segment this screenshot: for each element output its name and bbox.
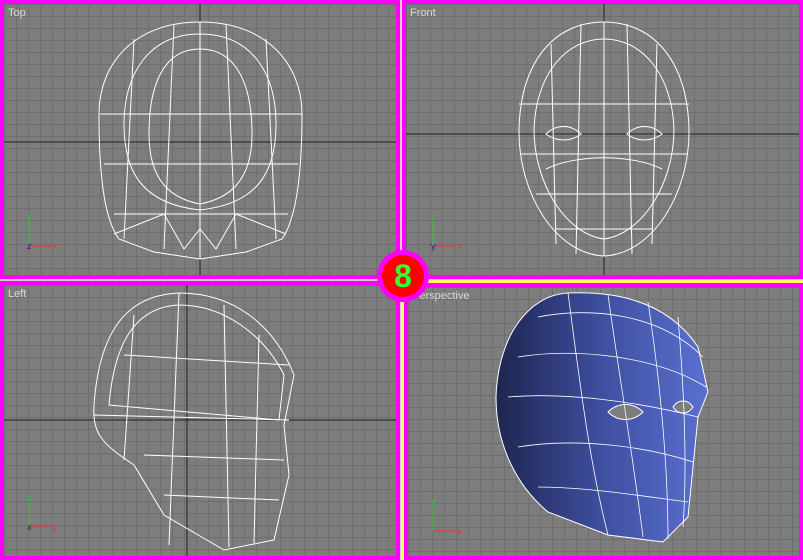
top-wireframe: y x z bbox=[4, 4, 396, 275]
axis-tripod: z y x bbox=[27, 493, 58, 532]
viewport-label[interactable]: Top bbox=[8, 7, 26, 19]
viewport-left[interactable]: z y x Left bbox=[0, 281, 400, 560]
svg-text:y: y bbox=[53, 522, 58, 532]
axis-tripod: z x bbox=[431, 497, 462, 536]
svg-text:x: x bbox=[53, 241, 58, 251]
svg-text:x: x bbox=[457, 241, 462, 251]
viewport-label[interactable]: Left bbox=[8, 288, 26, 300]
svg-text:y: y bbox=[27, 212, 32, 222]
axis-tripod: y x z bbox=[27, 212, 58, 251]
axis-tripod: z x y bbox=[431, 212, 462, 251]
svg-text:z: z bbox=[431, 497, 436, 507]
svg-text:y: y bbox=[431, 241, 436, 251]
hotkey-badge: 8 bbox=[377, 250, 429, 302]
svg-text:z: z bbox=[27, 241, 32, 251]
badge-text: 8 bbox=[382, 255, 424, 297]
svg-text:x: x bbox=[457, 526, 462, 536]
viewport-front[interactable]: z x y Front bbox=[402, 0, 803, 279]
left-wireframe: z y x bbox=[4, 285, 396, 556]
viewport-perspective[interactable]: z x Perspective bbox=[401, 280, 803, 560]
viewport-label[interactable]: Front bbox=[410, 7, 436, 19]
front-wireframe: z x y bbox=[406, 4, 799, 275]
svg-text:z: z bbox=[27, 493, 32, 503]
viewport-top[interactable]: y x z Top bbox=[0, 0, 400, 279]
perspective-mesh: z x bbox=[431, 292, 709, 543]
svg-text:z: z bbox=[431, 212, 436, 222]
svg-text:x: x bbox=[27, 522, 32, 532]
